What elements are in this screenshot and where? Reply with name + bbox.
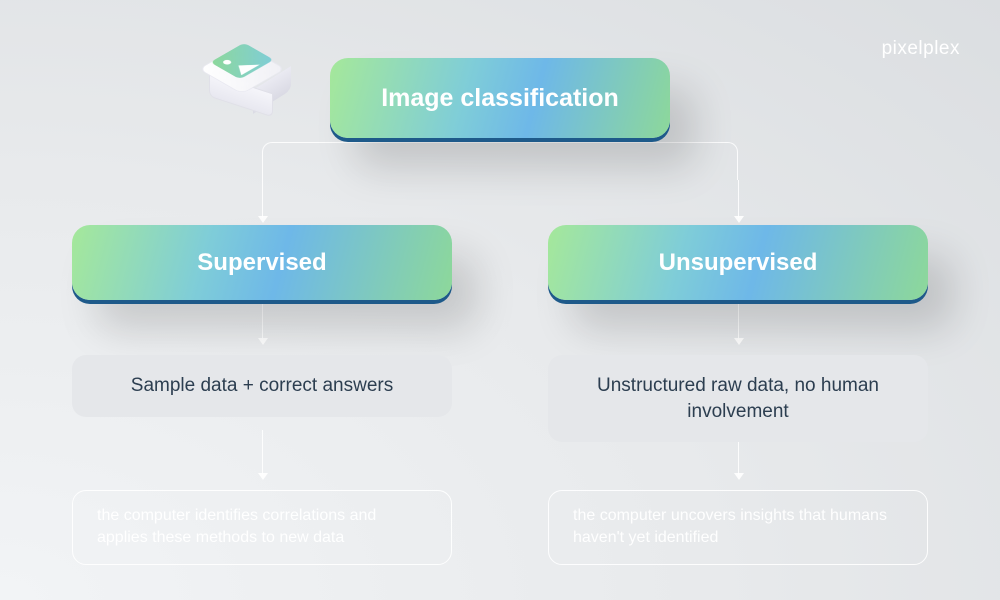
- unsupervised-node: Unsupervised: [548, 225, 928, 300]
- connector-line: [738, 300, 739, 340]
- description-text: Sample data + correct answers: [131, 375, 393, 396]
- arrow-down-icon: [734, 216, 744, 223]
- unsupervised-title: Unsupervised: [659, 249, 818, 277]
- outcome-text: the computer uncovers insights that huma…: [573, 507, 887, 546]
- connector-line: [262, 180, 263, 218]
- arrow-down-icon: [258, 473, 268, 480]
- arrow-down-icon: [734, 473, 744, 480]
- connector-branch: [262, 142, 738, 180]
- classification-diagram: pixelplex Image classification Supervise…: [0, 0, 1000, 600]
- arrow-down-icon: [258, 338, 268, 345]
- connector-line: [262, 300, 263, 340]
- arrow-down-icon: [734, 338, 744, 345]
- brand-logo: pixelplex: [882, 38, 960, 60]
- outcome-text: the computer identifies correlations and…: [97, 507, 376, 546]
- image-icon-cube: [205, 28, 305, 128]
- connector-line: [262, 430, 263, 475]
- connector-line: [738, 180, 739, 218]
- unsupervised-description: Unstructured raw data, no human involvem…: [548, 355, 928, 442]
- supervised-node: Supervised: [72, 225, 452, 300]
- root-title: Image classification: [381, 84, 619, 113]
- arrow-down-icon: [258, 216, 268, 223]
- unsupervised-outcome: the computer uncovers insights that huma…: [548, 490, 928, 565]
- supervised-title: Supervised: [197, 249, 326, 277]
- supervised-outcome: the computer identifies correlations and…: [72, 490, 452, 565]
- description-text: Unstructured raw data, no human involvem…: [597, 375, 879, 422]
- supervised-description: Sample data + correct answers: [72, 355, 452, 417]
- root-node: Image classification: [330, 58, 670, 138]
